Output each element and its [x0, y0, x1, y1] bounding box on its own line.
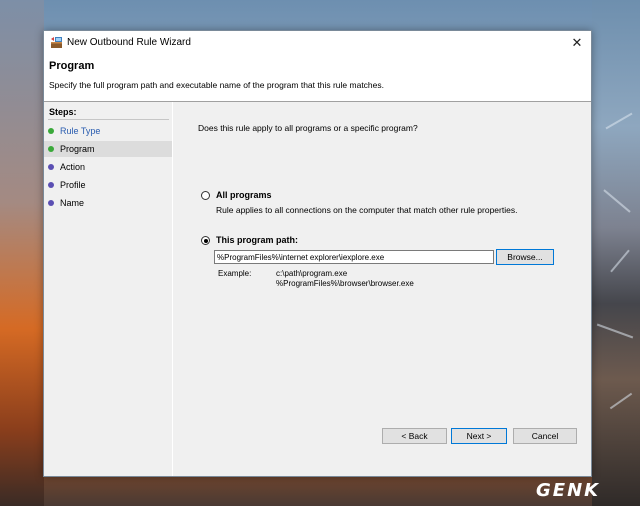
all-programs-label[interactable]: All programs — [216, 190, 272, 200]
close-icon: ✕ — [571, 35, 583, 50]
program-path-radio[interactable] — [201, 236, 210, 245]
example-line-1: c:\path\program.exe — [276, 269, 348, 278]
step-program[interactable]: Program — [44, 141, 172, 157]
step-label: Rule Type — [60, 126, 101, 136]
desktop-background-left — [0, 0, 44, 506]
browse-button[interactable]: Browse... — [496, 249, 554, 265]
back-button[interactable]: < Back — [382, 428, 447, 444]
example-line-2: %ProgramFiles%\browser\browser.exe — [276, 279, 414, 288]
step-label: Profile — [60, 180, 86, 190]
step-rule-type[interactable]: Rule Type — [44, 123, 172, 139]
step-pending-dot-icon — [48, 164, 54, 170]
all-programs-description: Rule applies to all connections on the c… — [216, 205, 518, 215]
wizard-window: New Outbound Rule Wizard ✕ Program Speci… — [43, 30, 592, 477]
wizard-header: Program Specify the full program path an… — [44, 55, 591, 101]
scope-question: Does this rule apply to all programs or … — [198, 123, 418, 133]
step-action: Action — [44, 159, 172, 175]
program-path-input[interactable]: %ProgramFiles%\internet explorer\iexplor… — [214, 250, 494, 264]
cancel-button[interactable]: Cancel — [513, 428, 577, 444]
page-title: Program — [49, 60, 95, 72]
step-current-dot-icon — [48, 146, 54, 152]
step-label: Program — [60, 144, 95, 154]
steps-heading: Steps: — [49, 107, 77, 117]
step-name: Name — [44, 195, 172, 211]
steps-divider — [48, 119, 169, 120]
step-pending-dot-icon — [48, 200, 54, 206]
page-subtitle: Specify the full program path and execut… — [49, 80, 384, 90]
next-button[interactable]: Next > — [451, 428, 507, 444]
window-title: New Outbound Rule Wizard — [67, 37, 191, 48]
example-label: Example: — [218, 269, 252, 278]
all-programs-radio[interactable] — [201, 191, 210, 200]
step-completed-dot-icon — [48, 128, 54, 134]
step-label: Action — [60, 162, 86, 172]
step-profile: Profile — [44, 177, 172, 193]
firewall-app-icon — [51, 37, 62, 48]
close-button[interactable]: ✕ — [566, 33, 588, 53]
step-label: Name — [60, 198, 85, 208]
title-bar[interactable]: New Outbound Rule Wizard ✕ — [44, 31, 591, 55]
program-path-label[interactable]: This program path: — [216, 235, 298, 245]
desktop-background-right — [592, 0, 640, 506]
step-pending-dot-icon — [48, 182, 54, 188]
steps-panel: Steps: Rule Type Program Action Profile … — [44, 102, 172, 476]
genk-watermark-logo: GENK — [536, 480, 601, 501]
content-panel: Does this rule apply to all programs or … — [173, 102, 591, 476]
